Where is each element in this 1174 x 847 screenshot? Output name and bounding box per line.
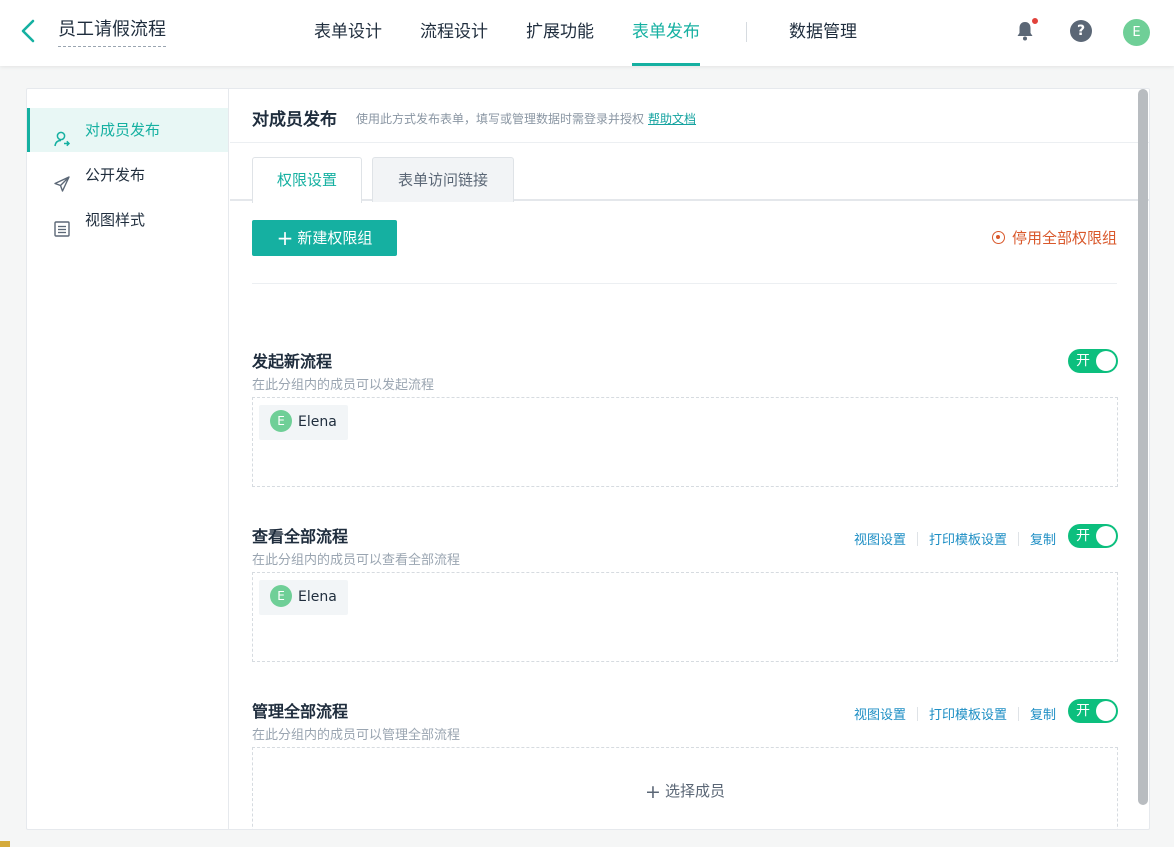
group-title: 管理全部流程 — [252, 702, 349, 721]
paper-plane-icon — [53, 166, 71, 192]
sidebar-item-label: 公开发布 — [85, 166, 146, 184]
page-description: 使用此方式发布表单，填写或管理数据时需登录并授权 帮助文档 — [356, 112, 697, 126]
plus-icon: + — [645, 781, 661, 803]
member-box[interactable]: + 选择成员 — [252, 747, 1118, 829]
help-icon[interactable]: ? — [1069, 19, 1093, 43]
plus-icon: + — [276, 226, 294, 250]
avatar: E — [270, 410, 292, 432]
disable-all-groups-button[interactable]: 停用全部权限组 — [991, 227, 1117, 248]
group-description: 在此分组内的成员可以发起流程 — [252, 378, 435, 393]
member-name: Elena — [298, 414, 337, 430]
notification-dot — [1031, 17, 1039, 25]
toggle-knob — [1096, 351, 1116, 371]
help-doc-link[interactable]: 帮助文档 — [648, 112, 696, 126]
print-template-settings-link[interactable]: 打印模板设置 — [929, 708, 1007, 723]
member-publish-icon — [53, 121, 71, 147]
group-description: 在此分组内的成员可以查看全部流程 — [252, 553, 461, 568]
view-settings-link[interactable]: 视图设置 — [854, 708, 906, 723]
back-arrow-icon[interactable] — [14, 16, 44, 46]
list-view-icon — [53, 211, 71, 237]
tab-form-access-link[interactable]: 表单访问链接 — [372, 157, 514, 202]
print-template-settings-link[interactable]: 打印模板设置 — [929, 533, 1007, 548]
main-panel: 对成员发布 使用此方式发布表单，填写或管理数据时需登录并授权 帮助文档 权限设置 … — [230, 89, 1149, 829]
nav-data-management[interactable]: 数据管理 — [789, 0, 857, 66]
toggle-knob — [1096, 701, 1116, 721]
tab-bar: 权限设置 表单访问链接 — [230, 155, 1149, 203]
group-actions: 视图设置 打印模板设置 复制 — [854, 704, 1056, 723]
content-card: 对成员发布 公开发布 视图样式 对成员发布 使用此方式发布表单，填写或管理数据时… — [26, 88, 1150, 830]
group-enable-toggle[interactable]: 开 — [1068, 699, 1118, 723]
nav-flow-design[interactable]: 流程设计 — [420, 0, 488, 66]
member-box[interactable]: E Elena — [252, 572, 1118, 662]
copy-link[interactable]: 复制 — [1030, 708, 1056, 723]
group-enable-toggle[interactable]: 开 — [1068, 349, 1118, 373]
divider — [252, 283, 1117, 284]
sidebar-item-view-style[interactable]: 视图样式 — [27, 198, 228, 242]
nav-form-publish[interactable]: 表单发布 — [632, 0, 700, 66]
nav-divider — [746, 22, 747, 42]
group-title: 发起新流程 — [252, 352, 333, 371]
select-members-button[interactable]: + 选择成员 — [253, 780, 1117, 803]
sidebar-item-member-publish[interactable]: 对成员发布 — [27, 108, 228, 152]
new-permission-group-button[interactable]: + 新建权限组 — [252, 220, 397, 256]
member-chip[interactable]: E Elena — [259, 580, 348, 615]
app-title[interactable]: 员工请假流程 — [58, 18, 166, 47]
member-chip[interactable]: E Elena — [259, 405, 348, 440]
user-avatar[interactable]: E — [1123, 19, 1150, 46]
main-header: 对成员发布 使用此方式发布表单，填写或管理数据时需登录并授权 帮助文档 — [230, 89, 1149, 143]
sidebar-item-label: 视图样式 — [85, 211, 146, 229]
vertical-scrollbar[interactable] — [1138, 89, 1148, 805]
stop-circle-icon — [991, 231, 1005, 244]
sidebar: 对成员发布 公开发布 视图样式 — [27, 89, 229, 829]
member-box[interactable]: E Elena — [252, 397, 1118, 487]
top-header: 员工请假流程 表单设计 流程设计 扩展功能 表单发布 数据管理 ? E — [0, 0, 1174, 66]
group-enable-toggle[interactable]: 开 — [1068, 524, 1118, 548]
sidebar-item-label: 对成员发布 — [85, 121, 161, 139]
view-settings-link[interactable]: 视图设置 — [854, 533, 906, 548]
group-actions: 视图设置 打印模板设置 复制 — [854, 529, 1056, 548]
nav-extensions[interactable]: 扩展功能 — [526, 0, 594, 66]
avatar: E — [270, 585, 292, 607]
group-title: 查看全部流程 — [252, 527, 349, 546]
page-title: 对成员发布 — [252, 110, 337, 130]
nav-form-design[interactable]: 表单设计 — [314, 0, 382, 66]
copy-link[interactable]: 复制 — [1030, 533, 1056, 548]
member-name: Elena — [298, 589, 337, 605]
tab-permission-settings[interactable]: 权限设置 — [252, 157, 362, 203]
corner-mark — [0, 841, 10, 847]
group-description: 在此分组内的成员可以管理全部流程 — [252, 728, 461, 743]
toggle-knob — [1096, 526, 1116, 546]
sidebar-item-public-publish[interactable]: 公开发布 — [27, 153, 228, 197]
bell-icon[interactable] — [1013, 17, 1039, 43]
